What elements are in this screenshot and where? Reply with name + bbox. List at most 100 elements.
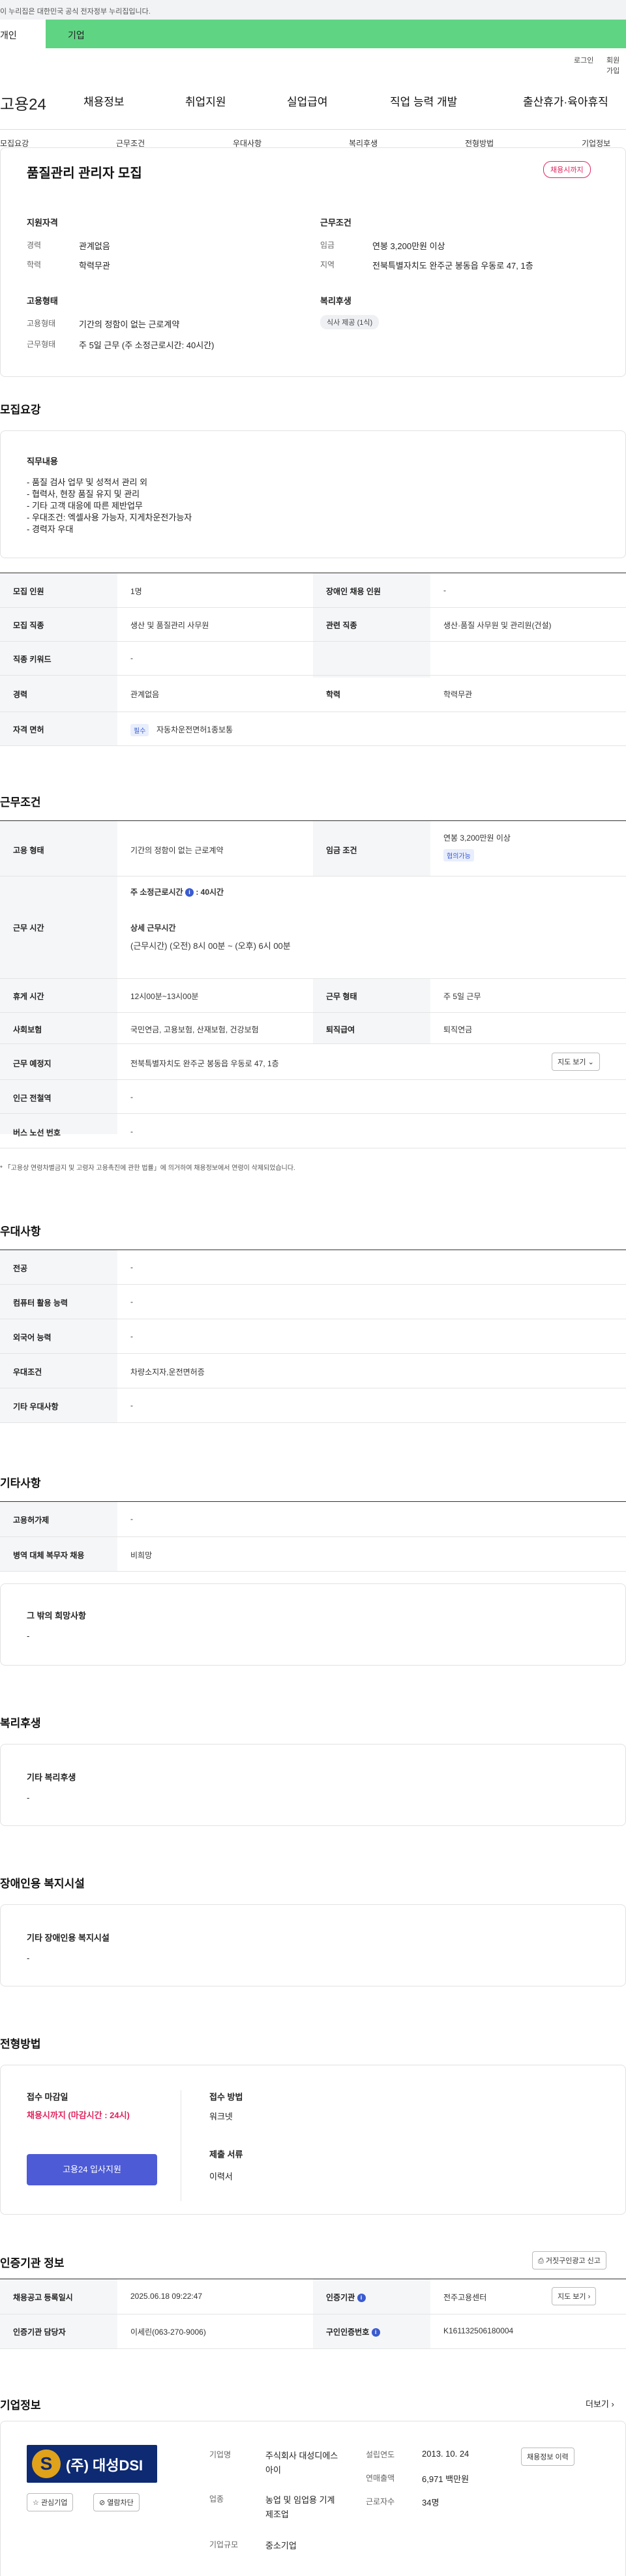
- disabled-label: 장애인 채용 인원: [326, 587, 381, 596]
- pref-row-value: -: [130, 1401, 133, 1410]
- emptype-row-value: 기간의 정함이 없는 근로계약: [130, 846, 224, 855]
- career-row-value: 관계없음: [130, 690, 160, 699]
- job-label: 모집 직종: [13, 621, 44, 630]
- info-icon[interactable]: i: [371, 2328, 380, 2337]
- chevron-down-icon: ⌄: [588, 1058, 594, 1066]
- tab-individual[interactable]: 개인: [0, 20, 46, 48]
- wish-title: 그 밖의 희망사항: [27, 1611, 86, 1621]
- other-row-label: 고용허가제: [13, 1516, 50, 1525]
- gnb-item-leave[interactable]: 출산휴가·육아휴직: [523, 93, 608, 109]
- company-card: S (주) 대성DSI ☆ 관심기업 ⊘ 열람차단 기업명 주식회사 대성디에스…: [0, 2421, 626, 2576]
- subway-value: -: [130, 1092, 133, 1101]
- related-label: 관련 직종: [326, 621, 357, 630]
- worktype-row-value: 주 5일 근무: [443, 992, 481, 1001]
- gnb-item-training[interactable]: 직업 능력 개발: [390, 93, 457, 109]
- wage-value: 연봉 3,200만원 이상: [372, 241, 445, 251]
- disability-card: 기타 장애인용 복지시설 -: [0, 1904, 626, 1986]
- company-more-link[interactable]: 더보기 ›: [586, 2397, 614, 2410]
- wage-row-label: 임금 조건: [326, 846, 357, 855]
- industry-label: 업종: [209, 2494, 224, 2504]
- keyword-value: -: [130, 653, 133, 663]
- agency-map-button[interactable]: 지도 보기 ›: [552, 2287, 597, 2305]
- bus-label: 버스 노선 번호: [13, 1128, 61, 1137]
- agency-label: 인증기관 i: [326, 2292, 366, 2303]
- worktype-value: 주 5일 근무 (주 소정근로시간: 40시간): [79, 340, 215, 350]
- reg-label: 채용공고 등록일시: [13, 2293, 73, 2302]
- career-row-label: 경력: [13, 690, 28, 699]
- block-button[interactable]: ⊘ 열람차단: [93, 2493, 140, 2511]
- industry-value: 농업 및 임업용 기계 제조업: [265, 2495, 335, 2519]
- method-value: 워크넷: [209, 2112, 233, 2121]
- info-icon[interactable]: i: [357, 2294, 366, 2303]
- hours-detail-value: (근무시간) (오전) 8시 00분 ~ (오후) 6시 00분: [130, 941, 291, 951]
- block-icon: ⊘: [99, 2499, 106, 2507]
- company-logo-text: (주) 대성DSI: [66, 2457, 143, 2474]
- sales-value: 6,971 백만원: [422, 2474, 470, 2484]
- insurance-value: 국민연금, 고용보험, 산재보험, 건강보험: [130, 1025, 259, 1034]
- keyword-label: 직종 키워드: [13, 655, 52, 664]
- site-logo[interactable]: 고용24: [0, 91, 46, 114]
- retire-value: 퇴직연금: [443, 1025, 473, 1034]
- emptype-row-label: 고용 형태: [13, 846, 44, 855]
- login-link[interactable]: 로그인: [574, 55, 593, 65]
- join-link[interactable]: 회원가입: [606, 55, 626, 76]
- conditions-heading: 근무조건: [0, 796, 41, 809]
- company-heading: 기업정보: [0, 2399, 41, 2412]
- manager-label: 인증기관 담당자: [13, 2328, 66, 2337]
- gnb-item-benefit[interactable]: 실업급여: [287, 93, 328, 109]
- gnb-item-support[interactable]: 취업지원: [185, 93, 226, 109]
- job-value: 생산 및 품질관리 사무원: [130, 621, 209, 630]
- insurance-label: 사회보험: [13, 1025, 42, 1034]
- disabled-value: -: [443, 586, 446, 595]
- info-icon[interactable]: i: [185, 888, 194, 897]
- pref-row-value: -: [130, 1263, 133, 1272]
- selection-card: 접수 마감일 채용시까지 (마감시간 : 24시) 고용24 입사지원 접수 방…: [0, 2065, 626, 2215]
- hours-label: 근무 시간: [13, 923, 44, 933]
- region-label: 지역: [320, 260, 335, 269]
- hours-week-value: : 40시간: [196, 888, 224, 897]
- gnb-item-jobs[interactable]: 채용정보: [83, 93, 125, 109]
- map-button[interactable]: 지도 보기 ⌄: [552, 1053, 600, 1071]
- headcount-value: 1명: [130, 587, 142, 596]
- recruit-heading: 모집요강: [0, 404, 41, 416]
- report-button[interactable]: ⎙ 거짓구인광고 신고: [532, 2251, 606, 2269]
- career-value: 관계없음: [79, 241, 110, 251]
- tab-corporate-label: 기업: [68, 30, 85, 40]
- block-button-label: 열람차단: [107, 2499, 134, 2507]
- chevron-right-icon: ›: [611, 2399, 614, 2409]
- staff-label: 근로자수: [366, 2497, 395, 2506]
- site-tabs: 개인 기업: [0, 20, 626, 48]
- agency-value: 전주고용센터: [443, 2293, 487, 2302]
- disability-heading: 장애인용 복지시설: [0, 1878, 85, 1890]
- wage-label: 임금: [320, 241, 335, 250]
- wage-row-value: 연봉 3,200만원 이상: [443, 833, 511, 843]
- disability-card-title: 기타 장애인용 복지시설: [27, 1933, 110, 1943]
- founded-label: 설립연도: [366, 2450, 395, 2459]
- welfare-chip: 식사 제공 (1식): [320, 315, 380, 329]
- status-badge: 채용시까지: [543, 161, 591, 178]
- tab-individual-label: 개인: [0, 30, 17, 40]
- break-label: 휴게 시간: [13, 992, 44, 1001]
- qual-title: 지원자격: [27, 218, 58, 228]
- edu-row-value: 학력무관: [443, 690, 473, 699]
- fav-button[interactable]: ☆ 관심기업: [27, 2493, 74, 2511]
- other-row-label: 병역 대체 복무자 채용: [13, 1551, 85, 1560]
- related-value: 생산·품질 사무원 및 관리원(건설): [443, 621, 552, 630]
- company-more-label: 더보기: [586, 2399, 609, 2409]
- edu-row-label: 학력: [326, 690, 341, 699]
- report-icon: ⎙: [538, 2257, 544, 2265]
- docs-value: 이력서: [209, 2172, 233, 2181]
- other-row-value: 비희망: [130, 1551, 153, 1560]
- agency-label-text: 인증기관: [326, 2293, 355, 2302]
- pref-row-value: 차량소지자,운전면허증: [130, 1368, 205, 1377]
- apply-button[interactable]: 고용24 입사지원: [27, 2154, 157, 2185]
- welfare-card-value: -: [27, 1793, 30, 1803]
- career-label: 경력: [27, 241, 42, 250]
- worktype-row-label: 근무 형태: [326, 992, 357, 1001]
- tab-corporate[interactable]: 기업: [46, 20, 626, 48]
- history-button[interactable]: 채용정보 이력: [521, 2448, 574, 2466]
- size-value: 중소기업: [265, 2541, 297, 2551]
- license-label: 자격 면허: [13, 725, 44, 734]
- fav-button-label: 관심기업: [40, 2499, 68, 2507]
- auth-value: K161132506180004: [443, 2326, 514, 2335]
